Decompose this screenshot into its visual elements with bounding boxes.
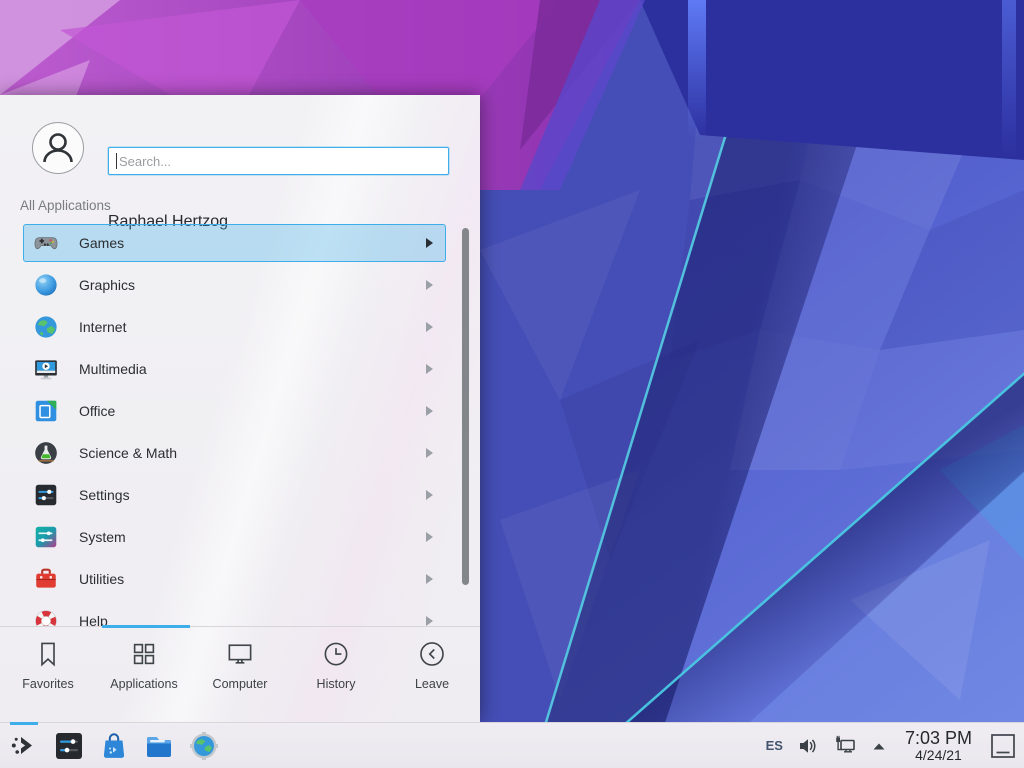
system-icon (33, 524, 59, 550)
science-math-icon (33, 440, 59, 466)
graphics-icon (33, 272, 59, 298)
discover-icon (99, 731, 129, 761)
kde-launcher-icon (9, 731, 39, 761)
category-settings[interactable]: Settings (23, 476, 446, 514)
category-internet[interactable]: Internet (23, 308, 446, 346)
history-icon (321, 639, 351, 669)
submenu-arrow-icon (426, 364, 433, 374)
category-multimedia[interactable]: Multimedia (23, 350, 446, 388)
help-icon (33, 608, 59, 626)
submenu-arrow-icon (426, 490, 433, 500)
category-graphics[interactable]: Graphics (23, 266, 446, 304)
expand-tray-icon[interactable] (871, 739, 887, 753)
tab-label: Applications (110, 677, 177, 691)
category-label: Internet (79, 319, 126, 335)
computer-icon (225, 639, 255, 669)
tab-label: Computer (213, 677, 268, 691)
leave-icon (417, 639, 447, 669)
user-avatar[interactable] (31, 121, 85, 175)
category-label: Utilities (79, 571, 124, 587)
show-desktop-button[interactable] (990, 733, 1016, 759)
submenu-arrow-icon (426, 280, 433, 290)
category-help[interactable]: Help (23, 602, 446, 626)
discover-launcher[interactable] (99, 731, 129, 761)
settings-icon (33, 482, 59, 508)
keyboard-layout-indicator[interactable]: ES (766, 738, 783, 753)
category-label: Graphics (79, 277, 135, 293)
application-launcher-button[interactable] (9, 731, 39, 761)
submenu-arrow-icon (426, 448, 433, 458)
category-label: System (79, 529, 126, 545)
games-icon (33, 230, 59, 256)
search-field-wrap (108, 147, 449, 175)
taskbar-launchers (0, 731, 219, 761)
clock-time: 7:03 PM (905, 729, 972, 748)
digital-clock[interactable]: 7:03 PM 4/24/21 (905, 729, 972, 763)
category-label: Office (79, 403, 115, 419)
launcher-footer-tabs: Favorites Applications C (0, 631, 480, 715)
category-games[interactable]: Games (23, 224, 446, 262)
applications-icon (129, 639, 159, 669)
file-manager-launcher[interactable] (144, 731, 174, 761)
system-settings-icon (54, 731, 84, 761)
internet-icon (33, 314, 59, 340)
tab-computer[interactable]: Computer (192, 631, 288, 715)
category-system[interactable]: System (23, 518, 446, 556)
tab-applications[interactable]: Applications (96, 631, 192, 715)
tab-label: Leave (415, 677, 449, 691)
category-label: Games (79, 235, 124, 251)
web-browser-launcher[interactable] (189, 731, 219, 761)
submenu-arrow-icon (426, 406, 433, 416)
office-icon (33, 398, 59, 424)
taskbar: ES 7:03 PM 4/24/21 (0, 722, 1024, 768)
footer-divider (0, 626, 480, 627)
submenu-arrow-icon (426, 532, 433, 542)
category-label: Settings (79, 487, 130, 503)
section-label: All Applications (20, 198, 111, 213)
active-tab-indicator (102, 625, 190, 628)
text-cursor (116, 153, 117, 169)
submenu-arrow-icon (426, 238, 433, 248)
category-list: Games Graphics (0, 218, 480, 626)
file-manager-icon (144, 731, 174, 761)
tab-label: Favorites (22, 677, 73, 691)
favorites-icon (33, 639, 63, 669)
category-label: Multimedia (79, 361, 147, 377)
submenu-arrow-icon (426, 322, 433, 332)
volume-icon[interactable] (797, 735, 819, 757)
tab-history[interactable]: History (288, 631, 384, 715)
desktop: Raphael Hertzog All Applications Games (0, 0, 1024, 768)
submenu-arrow-icon (426, 574, 433, 584)
search-input[interactable] (108, 147, 449, 175)
multimedia-icon (33, 356, 59, 382)
network-icon[interactable] (833, 734, 857, 758)
category-science-math[interactable]: Science & Math (23, 434, 446, 472)
system-settings-launcher[interactable] (54, 731, 84, 761)
utilities-icon (33, 566, 59, 592)
system-tray: ES 7:03 PM 4/24/21 (766, 729, 1024, 763)
submenu-arrow-icon (426, 616, 433, 626)
tab-favorites[interactable]: Favorites (0, 631, 96, 715)
active-task-indicator (10, 722, 38, 725)
category-label: Science & Math (79, 445, 177, 461)
web-browser-icon (189, 731, 219, 761)
tab-leave[interactable]: Leave (384, 631, 480, 715)
application-launcher-menu: Raphael Hertzog All Applications Games (0, 95, 480, 722)
category-office[interactable]: Office (23, 392, 446, 430)
category-utilities[interactable]: Utilities (23, 560, 446, 598)
list-scrollbar[interactable] (462, 228, 469, 585)
tab-label: History (317, 677, 356, 691)
clock-date: 4/24/21 (905, 748, 972, 763)
